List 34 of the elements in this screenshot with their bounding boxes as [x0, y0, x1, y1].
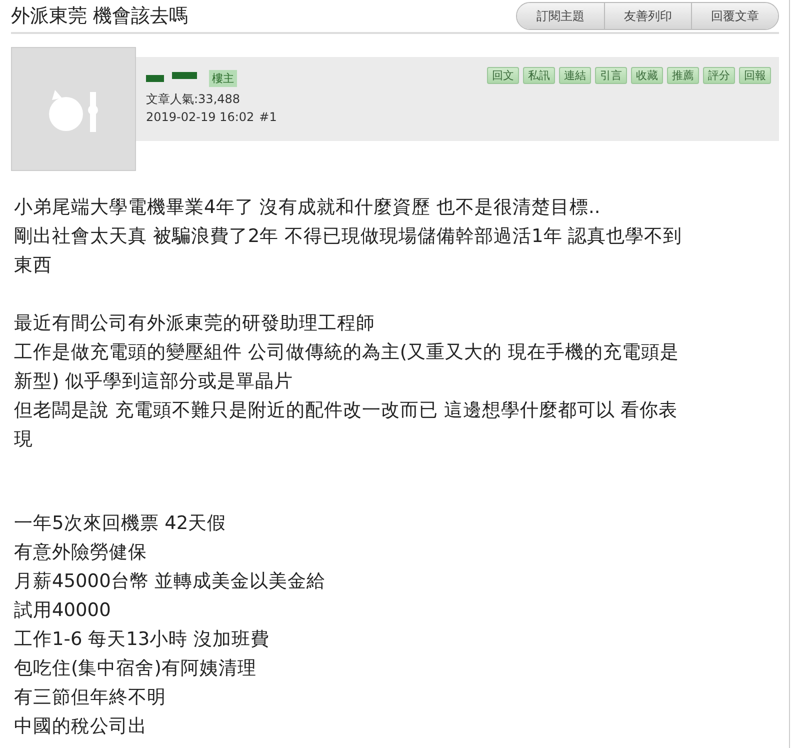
popularity-count: 33,488 [198, 92, 240, 106]
post-text-line: 東西 [14, 254, 53, 278]
post-floor: #1 [259, 110, 277, 124]
post-text-line: 包吃住(集中宿舍)有阿姨清理 [14, 657, 258, 681]
post-text-line: 現 [14, 428, 34, 452]
post-text-line: 中國的稅公司出 [14, 715, 148, 739]
post-text-line: 月薪45000台幣 並轉成美金以美金給 [14, 570, 327, 594]
post-text-line: 但老闆是說 充電頭不難只是附近的配件改一改而已 這邊想學什麼都可以 看你表 [14, 399, 679, 423]
thread-title: 外派東莞 機會該去嗎 [11, 4, 188, 29]
post-action-button[interactable]: 連結 [559, 67, 591, 84]
popularity-label: 文章人氣: [146, 92, 198, 106]
post-action-button[interactable]: 推薦 [667, 67, 699, 84]
post-text-line: 剛出社會太天真 被騙浪費了2年 不得已現做現場儲備幹部過活1年 認真也學不到 [14, 225, 684, 249]
toolbar-button[interactable]: 友善列印 [604, 3, 691, 29]
redacted-username [146, 74, 197, 82]
post-action-button[interactable]: 引言 [595, 67, 627, 84]
post-datetime: 2019-02-19 16:02 [146, 110, 254, 124]
post-text-line: 工作1-6 每天13小時 沒加班費 [14, 628, 271, 652]
toolbar-button[interactable]: 訂閱主題 [517, 3, 604, 29]
post-text-line: 工作是做充電頭的變壓組件 公司做傳統的為主(又重又大的 現在手機的充電頭是 [14, 341, 680, 365]
post-action-button[interactable]: 回文 [487, 67, 519, 84]
post-action-button[interactable]: 評分 [703, 67, 735, 84]
post-text-line: 小弟尾端大學電機畢業4年了 沒有成就和什麼資歷 也不是很清楚目標.. [14, 196, 602, 220]
post-action-button[interactable]: 收藏 [631, 67, 663, 84]
post-text-line: 一年5次來回機票 42天假 [14, 512, 228, 536]
post-action-button[interactable]: 私訊 [523, 67, 555, 84]
toolbar-button[interactable]: 回覆文章 [691, 3, 778, 29]
post-text-line: 試用40000 [14, 599, 112, 623]
post-text-line: 新型) 似乎學到這部分或是單晶片 [14, 370, 294, 394]
post-text-line: 最近有間公司有外派東莞的研發助理工程師 [14, 312, 376, 336]
author-badge: 樓主 [209, 70, 237, 86]
post-action-button[interactable]: 回報 [739, 67, 771, 84]
post-text-line: 有三節但年終不明 [14, 686, 167, 710]
post-text-line: 有意外險勞健保 [14, 541, 148, 565]
